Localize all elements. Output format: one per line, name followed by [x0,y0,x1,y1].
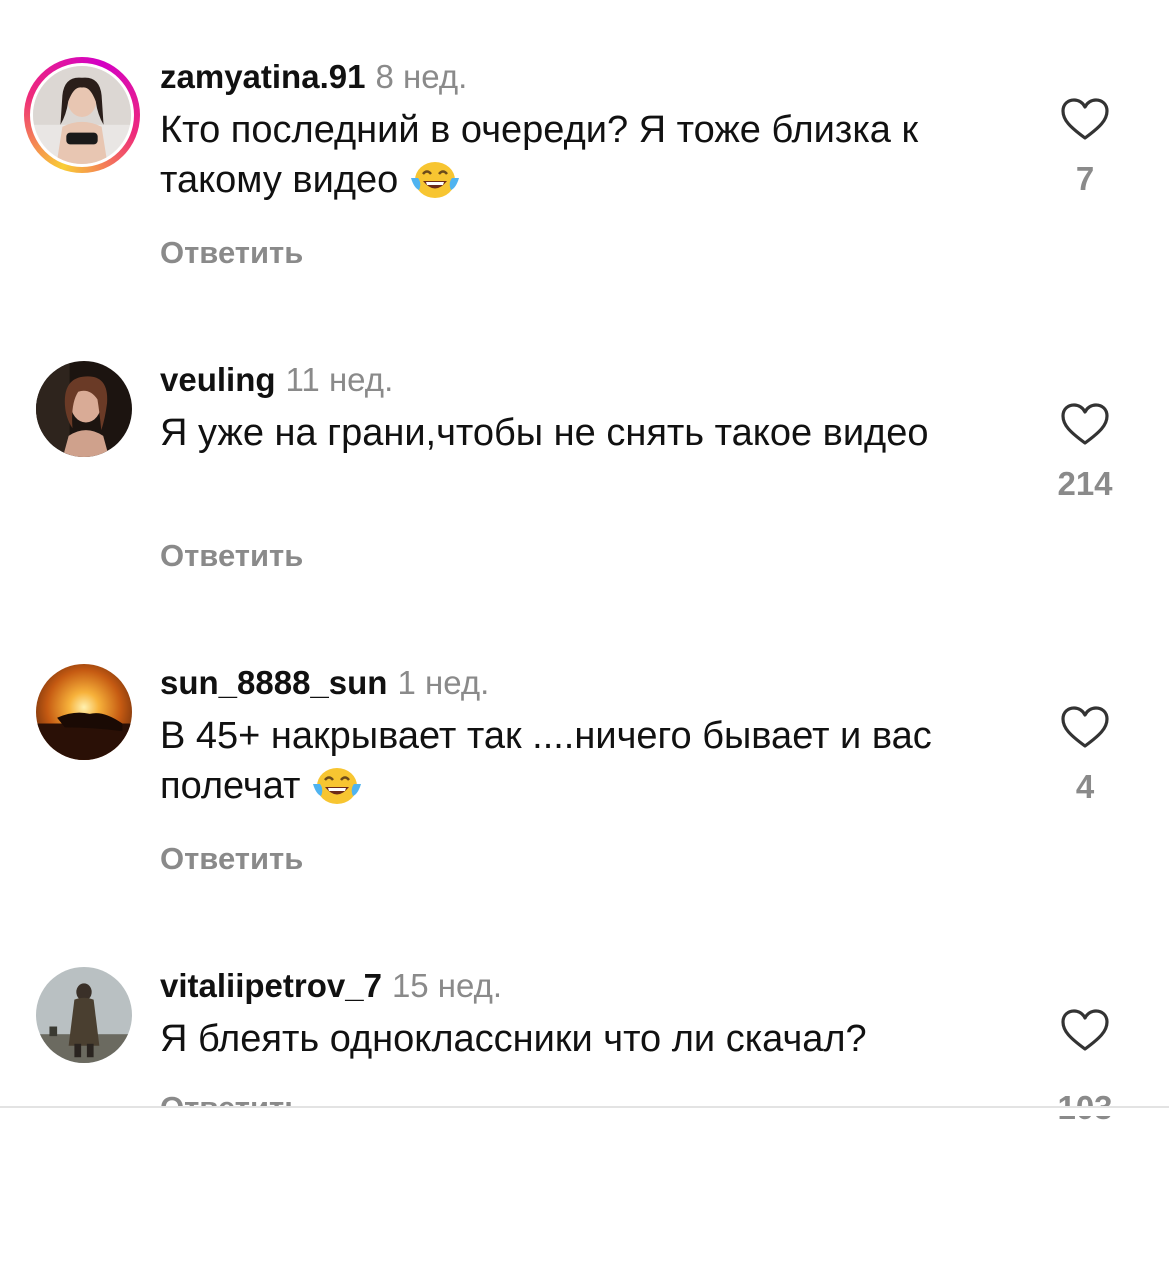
heart-outline-icon[interactable] [1060,705,1110,749]
avatar[interactable] [36,664,132,760]
comment-item: veuling 11 нед. Я уже на грани,чтобы не с… [0,360,1169,660]
face-with-tears-of-joy-icon [310,764,364,806]
comment-body: Кто последний в очереди? Я тоже близка к… [160,105,1020,205]
like-group: 7 [1038,97,1132,199]
timestamp: 8 нед. [375,58,468,95]
comment-text: Я блеять одноклассники что ли скачал? [160,1018,867,1060]
heart-outline-icon[interactable] [1060,1008,1110,1052]
username[interactable]: sun_8888_sun [160,664,387,701]
heart-outline-icon[interactable] [1060,97,1110,141]
like-group: 4 [1038,705,1132,807]
comment-header: vitaliipetrov_7 15 нед. [160,966,502,1006]
avatar[interactable] [33,66,131,164]
like-count: 4 [1075,768,1095,805]
comment-header: veuling 11 нед. [160,360,393,400]
comment-body: Я блеять одноклассники что ли скачал? [160,1014,1020,1064]
reply-button[interactable]: Ответить [160,1088,303,1108]
comment-text: В 45+ накрывает так ....ничего бывает и … [160,715,932,807]
comment-body: В 45+ накрывает так ....ничего бывает и … [160,711,1020,811]
reply-button[interactable]: Ответить [160,839,303,879]
timestamp: 1 нед. [397,664,490,701]
avatar[interactable] [36,967,132,1063]
comment-header: sun_8888_sun 1 нед. [160,663,489,703]
like-group: 214 [1038,402,1132,504]
username[interactable]: vitaliipetrov_7 [160,967,382,1004]
face-with-tears-of-joy-icon [408,158,462,200]
reply-button[interactable]: Ответить [160,536,303,576]
comment-item: vitaliipetrov_7 15 нед. Я блеять одноклас… [0,966,1169,1266]
like-count: 7 [1075,160,1095,197]
comment-item: zamyatina.91 8 нед. Кто последний в очере… [0,57,1169,357]
comment-header: zamyatina.91 8 нед. [160,57,467,97]
like-count: 214 [1057,465,1113,502]
heart-outline-icon[interactable] [1060,402,1110,446]
avatar[interactable] [36,361,132,457]
comment-text: Я уже на грани,чтобы не снять такое виде… [160,412,929,454]
comment-body: Я уже на грани,чтобы не снять такое виде… [160,408,1020,458]
comment-item: sun_8888_sun 1 нед. В 45+ накрывает так .… [0,663,1169,963]
username[interactable]: veuling [160,361,276,398]
username[interactable]: zamyatina.91 [160,58,365,95]
timestamp: 11 нед. [285,361,394,398]
bottom-edge [0,1108,1169,1116]
timestamp: 15 нед. [391,967,503,1004]
reply-button[interactable]: Ответить [160,233,303,273]
comment-text: Кто последний в очереди? Я тоже близка к… [160,109,919,201]
